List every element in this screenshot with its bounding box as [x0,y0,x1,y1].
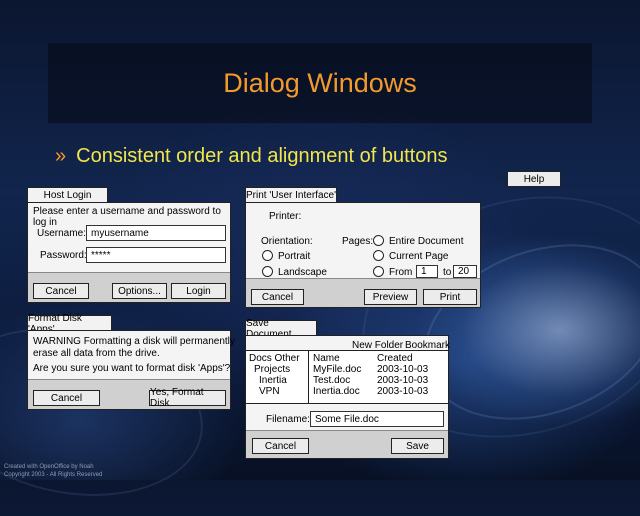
portrait-label: Portrait [278,251,311,262]
file-browser: Docs Other Projects Inertia VPN Name Cre… [246,350,448,404]
password-label: Password: [40,250,87,261]
pages-label: Pages: [342,236,374,247]
to-label: to [443,267,452,278]
options-button[interactable]: Options... [112,283,167,299]
file-created: 2003-10-03 [377,364,429,375]
folder-item[interactable]: VPN [259,386,280,397]
folder-item[interactable]: Inertia [259,375,287,386]
warning-line-1: WARNING Formatting a disk will permanent… [33,336,235,347]
format-disk-dialog: WARNING Formatting a disk will permanent… [27,330,235,410]
filename-label: Filename: [266,414,310,425]
current-page-radio[interactable] [373,250,384,261]
entire-document-radio[interactable] [373,235,384,246]
file-name[interactable]: MyFile.doc [313,364,361,375]
name-column-header: Name [313,353,340,364]
slide-title: Dialog Windows [223,67,417,98]
format-question: Are you sure you want to format disk 'Ap… [33,363,231,374]
host-login-tab: Host Login [27,187,108,203]
host-login-dialog: Please enter a username and password to … [27,202,231,303]
print-button[interactable]: Print [423,289,477,305]
bullet-point: » Consistent order and alignment of butt… [55,142,447,170]
entire-document-label: Entire Document [389,236,464,247]
credit-line-1: Created with OpenOffice by Noah [4,464,94,470]
help-button[interactable]: Help [507,171,561,187]
credit-line-2: Copyright 2003 - All Rights Reserved [4,472,103,478]
orientation-label: Orientation: [261,236,313,247]
format-disk-tab: Format Disk 'Apps' [27,313,112,335]
landscape-radio[interactable] [262,266,273,277]
file-created: 2003-10-03 [377,386,429,397]
file-created: 2003-10-03 [377,375,429,386]
folder-item[interactable]: Projects [254,364,290,375]
username-label: Username: [37,228,86,239]
cancel-button[interactable]: Cancel [33,283,89,299]
created-column-header: Created [377,353,413,364]
password-field[interactable]: ***** [86,247,226,263]
landscape-label: Landscape [278,267,327,278]
warning-line-2: erase all data from the drive. [33,348,160,359]
file-name[interactable]: Test.doc [313,375,350,386]
folder-pane-header: Docs Other [249,353,300,364]
from-label: From [389,267,413,278]
cancel-button[interactable]: Cancel [33,390,100,406]
save-document-tab: Save Document [245,318,317,340]
save-button[interactable]: Save [391,438,444,454]
print-tab: Print 'User Interface' [245,187,337,203]
preview-button[interactable]: Preview [364,289,417,305]
folder-pane: Docs Other Projects Inertia VPN [246,351,309,403]
save-document-dialog: New Folder Bookmark Docs Other Projects … [245,335,450,459]
bullet-text: Consistent order and alignment of button… [76,144,448,167]
page-range-radio[interactable] [373,266,384,277]
cancel-button[interactable]: Cancel [252,438,309,454]
print-dialog: Printer: Orientation: Portrait Landscape… [245,202,481,308]
filename-field[interactable]: Some File.doc [310,411,444,427]
to-page-field[interactable]: 20 [453,265,477,278]
login-button[interactable]: Login [171,283,226,299]
printer-label: Printer: [269,211,302,222]
file-name[interactable]: Inertia.doc [313,386,360,397]
format-disk-button[interactable]: Yes, Format Disk [149,387,226,409]
current-page-label: Current Page [389,251,449,262]
cancel-button[interactable]: Cancel [251,289,304,305]
bullet-mark: » [55,144,67,167]
portrait-radio[interactable] [262,250,273,261]
from-page-field[interactable]: 1 [416,265,438,278]
username-field[interactable]: myusername [86,225,226,241]
